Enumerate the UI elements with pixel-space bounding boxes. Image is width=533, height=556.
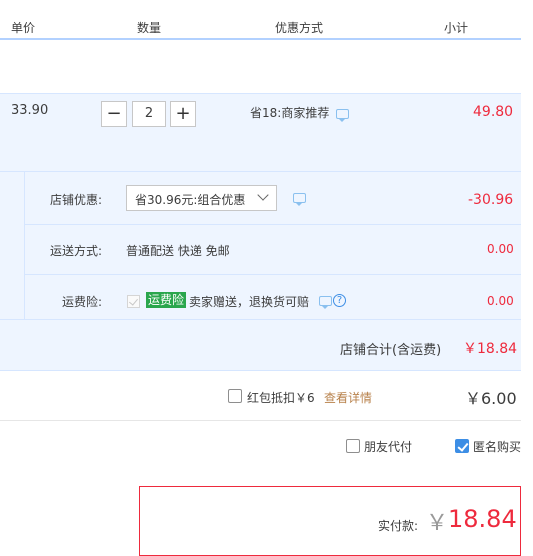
store-total-value: ￥18.84 [463,341,518,357]
quantity-decrease-button[interactable]: − [101,101,127,127]
anonymous-purchase-label: 匿名购买 [473,440,522,454]
shipping-insurance-checkbox [127,295,140,308]
shipping-insurance-badge: 运费险 [146,292,187,308]
store-discount-label: 店铺优惠: [50,193,103,207]
shipping-insurance-text: 卖家赠送，退换货可赔 [189,295,310,309]
item-subtotal: 49.80 [473,104,514,120]
shipping-method-text: 普通配送 快递 免邮 [126,244,230,258]
store-discount-select-value: 省30.96元:组合优惠 [135,193,246,207]
shipping-insurance-fee: 0.00 [487,294,514,308]
friend-pay-checkbox[interactable] [346,439,360,453]
cart-table-header: 单价 数量 优惠方式 小计 [0,0,521,40]
header-quantity: 数量 [137,21,162,35]
red-packet-details-link[interactable]: 查看详情 [324,389,372,406]
amount-due-value: 18.84 [448,505,517,533]
store-discount-select[interactable]: 省30.96元:组合优惠 [126,185,277,211]
currency-symbol: ￥ [426,511,449,536]
header-price: 单价 [11,21,36,35]
shipping-insurance-label: 运费险: [62,295,103,309]
store-discount-value: -30.96 [468,192,514,208]
header-divider [214,36,215,38]
quantity-increase-button[interactable]: + [170,101,196,127]
message-icon[interactable] [319,296,332,309]
anonymous-purchase-checkbox[interactable] [455,439,469,453]
header-divider [382,36,383,38]
shipping-method-label: 运送方式: [50,244,103,258]
quantity-input[interactable]: 2 [132,101,166,127]
red-packet-checkbox[interactable] [228,389,242,403]
message-icon[interactable] [336,109,349,122]
shipping-fee: 0.00 [487,242,514,256]
red-packet-label: 红包抵扣￥6 [247,391,315,405]
item-promotion: 省18:商家推荐 [250,106,330,120]
red-packet-amount: ￥6.00 [465,389,517,408]
message-icon[interactable] [293,193,306,206]
header-subtotal: 小计 [444,21,469,35]
friend-pay-label: 朋友代付 [364,440,413,454]
item-unit-price: 33.90 [11,103,49,118]
payment-summary-box: 实付款: ￥ 18.84 [139,486,521,556]
amount-due-label: 实付款: [378,519,419,533]
chevron-down-icon [257,189,269,201]
header-divider [88,36,89,38]
store-total-label: 店铺合计(含运费) [340,343,442,358]
help-icon[interactable]: ? [333,294,346,307]
header-promotion: 优惠方式 [275,21,324,35]
